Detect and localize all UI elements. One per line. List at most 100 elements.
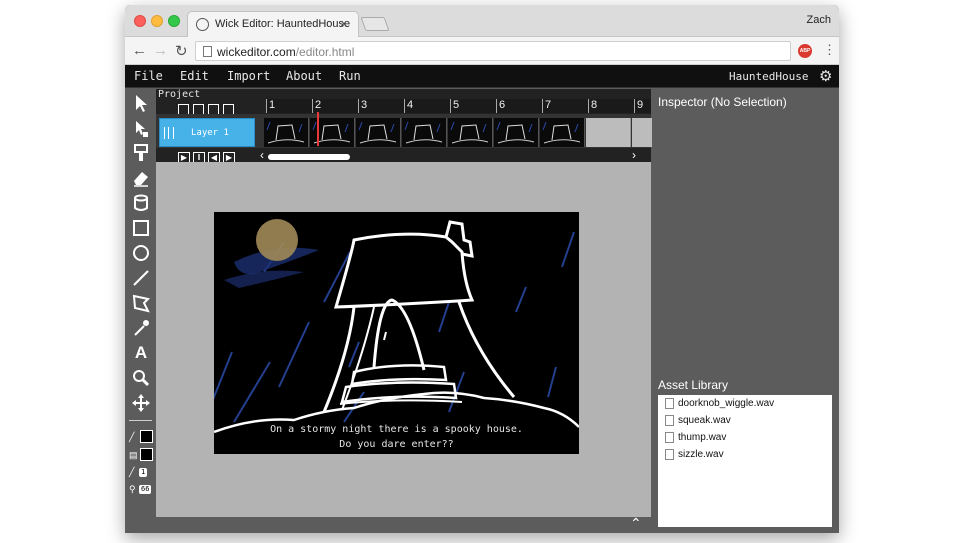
layer-row: Layer 1 [156,114,677,148]
inspector-title: Inspector (No Selection) [658,95,787,109]
minimize-window-button[interactable] [151,15,163,27]
asset-item[interactable]: thump.wav [665,432,726,443]
fill-bucket-icon[interactable] [131,193,151,213]
stage-caption-line1: On a stormy night there is a spooky hous… [270,424,523,435]
menu-run[interactable]: Run [339,69,361,83]
pen-select-icon[interactable] [131,118,151,138]
fill-color-swatch[interactable] [140,448,153,461]
stroke-color-swatch[interactable] [140,430,153,443]
timeline-project-label: Project [158,89,201,100]
cursor-icon[interactable] [131,93,151,113]
stroke-width-icon: ╱ [129,467,135,477]
timeline-frame[interactable] [356,118,401,147]
asset-item[interactable]: doorknob_wiggle.wav [665,398,775,409]
haunted-house-drawing [214,219,579,434]
url-host: wickeditor.com [217,45,296,59]
frame-number: 4 [404,99,413,113]
line-icon[interactable] [131,268,151,288]
file-icon [665,415,674,426]
frame-number: 3 [358,99,367,113]
stroke-width-value[interactable]: 1 [139,468,148,477]
stage-caption-line2: Do you dare enter?? [339,439,454,450]
address-bar: ← → ↻ wickeditor.com/editor.html ABP ⋮ [125,37,839,65]
tab-bar: Wick Editor: HauntedHouse × Zach [125,5,839,37]
forward-arrow-icon[interactable]: → [153,42,168,59]
asset-name: sizzle.wav [678,449,724,460]
asset-name: squeak.wav [678,415,731,426]
text-icon[interactable]: A [131,343,151,363]
timeline: Project 1 2 3 4 5 6 7 8 9 Layer 1 ▶ ‖ ◀ [156,89,677,164]
stage-canvas[interactable]: On a stormy night there is a spooky hous… [214,212,579,454]
timeline-tools [178,102,238,115]
frame-number: 8 [588,99,597,113]
eyedropper-icon[interactable] [131,318,151,338]
close-window-button[interactable] [134,15,146,27]
scrollbar-thumb[interactable] [268,154,350,160]
menu-edit[interactable]: Edit [180,69,209,83]
ghost-icon [196,18,209,31]
frame-strip [264,118,677,147]
frame-number: 2 [312,99,321,113]
timeline-scrollbar[interactable]: ‹ › [260,148,646,162]
pan-icon[interactable] [131,393,151,413]
adblock-extension-icon[interactable]: ABP [798,44,812,58]
back-arrow-icon[interactable]: ← [132,42,147,59]
browser-menu-icon[interactable]: ⋮ [823,42,836,58]
polygon-icon[interactable] [131,293,151,313]
project-name: HauntedHouse [729,70,809,83]
pen-icon: ╱ [129,432,135,442]
zoom-level-value[interactable]: 66 [139,485,152,494]
url-path: /editor.html [295,45,355,59]
rectangle-icon[interactable] [131,218,151,238]
timeline-frame[interactable] [264,118,309,147]
playhead[interactable] [317,112,319,146]
frame-number: 9 [634,99,643,113]
menu-about[interactable]: About [286,69,322,83]
new-tab-button[interactable] [360,17,390,31]
asset-library-list: doorknob_wiggle.wav squeak.wav thump.wav… [658,395,832,527]
file-icon [665,398,674,409]
timeline-frame[interactable] [402,118,447,147]
asset-name: doorknob_wiggle.wav [678,398,775,409]
canvas-area[interactable]: On a stormy night there is a spooky hous… [156,162,651,517]
frame-number: 7 [542,99,551,113]
frame-number: 1 [266,99,275,113]
profile-name[interactable]: Zach [807,14,831,26]
reload-icon[interactable]: ↻ [175,42,188,60]
asset-item[interactable]: sizzle.wav [665,449,724,460]
url-input[interactable]: wickeditor.com/editor.html [195,41,791,61]
frame-number: 6 [496,99,505,113]
drag-handle-icon[interactable] [164,127,174,139]
timeline-frame[interactable] [540,118,585,147]
frame-ruler[interactable]: 1 2 3 4 5 6 7 8 9 [266,99,651,113]
scroll-right-icon[interactable]: › [632,148,636,162]
tools-panel: A ╱ ▤ ╱ 1 ⚲ 66 [125,89,156,533]
menu-file[interactable]: File [134,69,163,83]
ellipse-icon[interactable] [131,243,151,263]
timeline-frame[interactable] [586,118,631,147]
toolbar-divider [129,420,152,421]
zoom-icon[interactable] [131,368,151,388]
chevron-up-icon[interactable]: ⌃ [630,515,642,532]
timeline-frame[interactable] [494,118,539,147]
menu-import[interactable]: Import [227,69,270,83]
close-icon[interactable]: × [340,16,348,31]
bucket-small-icon: ▤ [129,450,138,460]
browser-tab[interactable]: Wick Editor: HauntedHouse × [187,11,359,37]
file-icon [665,449,674,460]
page-icon [203,46,212,57]
maximize-window-button[interactable] [168,15,180,27]
browser-window: Wick Editor: HauntedHouse × Zach ← → ↻ w… [125,5,839,533]
asset-item[interactable]: squeak.wav [665,415,731,426]
timeline-frame[interactable] [448,118,493,147]
asset-library-title: Asset Library [658,378,729,392]
eraser-icon[interactable] [131,168,151,188]
paintbrush-icon[interactable] [131,143,151,163]
layer-name: Layer 1 [191,128,229,138]
layer-1[interactable]: Layer 1 [159,118,255,147]
gear-icon[interactable]: ⚙ [819,67,832,85]
zoom-small-icon: ⚲ [129,484,136,494]
frame-number: 5 [450,99,459,113]
file-icon [665,432,674,443]
scroll-left-icon[interactable]: ‹ [260,148,264,162]
